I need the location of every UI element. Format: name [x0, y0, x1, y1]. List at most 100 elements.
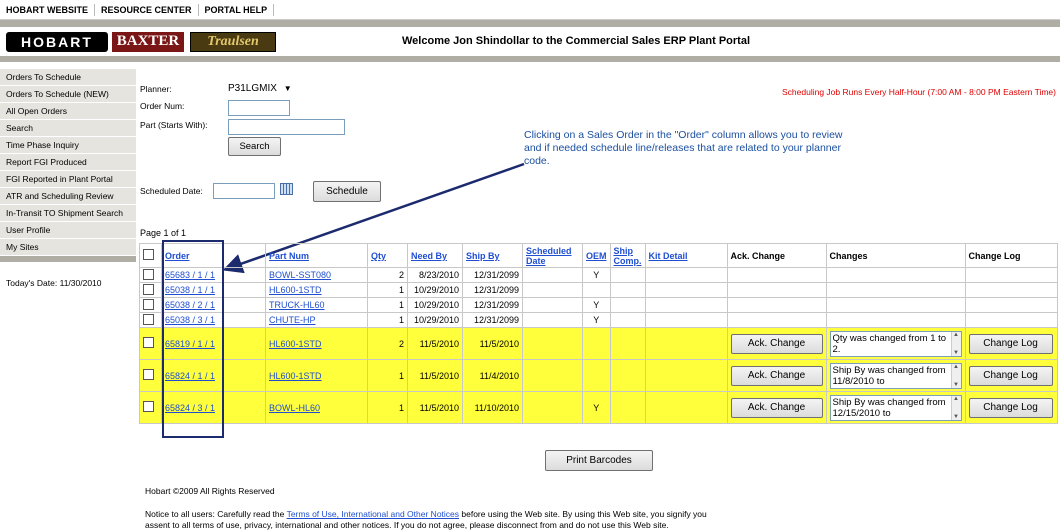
change-log-cell: Change Log	[964, 327, 1059, 360]
ack-cell	[726, 297, 827, 313]
need-by-cell: 8/23/2010	[407, 267, 463, 283]
part-link[interactable]: HL600-1STD	[269, 285, 322, 295]
change-log-button[interactable]: Change Log	[968, 333, 1053, 354]
scroll-down-icon[interactable]: ▼	[953, 350, 959, 356]
hobart-logo: HOBART	[6, 31, 108, 52]
scroll-down-icon[interactable]: ▼	[953, 382, 959, 388]
changes-textarea[interactable]: Qty was changed from 1 to 2. ▲ ▼	[829, 330, 962, 357]
sidebar-item-report-fgi[interactable]: Report FGI Produced	[0, 154, 136, 171]
scrollbar[interactable]: ▲ ▼	[950, 363, 961, 388]
sidebar-item-orders-to-schedule[interactable]: Orders To Schedule	[0, 69, 136, 86]
ship-by-sort-link[interactable]: Ship By	[466, 251, 500, 261]
scroll-down-icon[interactable]: ▼	[953, 414, 959, 420]
table-row: 65038 / 3 / 1 CHUTE-HP 1 10/29/2010 12/3…	[139, 312, 1059, 328]
row-checkbox[interactable]	[143, 298, 154, 310]
scroll-up-icon[interactable]: ▲	[953, 364, 959, 370]
sidebar-item-fgi-reported[interactable]: FGI Reported in Plant Portal	[0, 171, 136, 188]
ack-change-button[interactable]: Ack. Change	[730, 397, 823, 418]
kit-detail-cell	[644, 327, 728, 360]
row-checkbox[interactable]	[143, 268, 154, 280]
changes-textarea[interactable]: Ship By was changed from 12/15/2010 to ▲ ▼	[829, 394, 962, 421]
oem-cell: Y	[582, 312, 611, 328]
qty-sort-link[interactable]: Qty	[371, 251, 386, 261]
sidebar-item-all-open-orders[interactable]: All Open Orders	[0, 103, 136, 120]
oem-sort-link[interactable]: OEM	[586, 251, 607, 261]
ship-comp-header[interactable]: Ship Comp.	[609, 243, 646, 268]
changes-textarea[interactable]: Ship By was changed from 11/8/2010 to ▲ ▼	[829, 362, 962, 389]
sidebar-item-search[interactable]: Search	[0, 120, 136, 137]
todays-date: Today's Date: 11/30/2010	[6, 278, 102, 288]
changes-cell: Ship By was changed from 12/15/2010 to ▲ ▼	[825, 391, 966, 424]
nav-portal-help[interactable]: PORTAL HELP	[199, 3, 275, 16]
change-log-cell	[964, 267, 1059, 283]
row-checkbox[interactable]	[143, 337, 154, 348]
qty-header[interactable]: Qty	[367, 243, 408, 268]
ack-change-header: Ack. Change	[726, 243, 827, 268]
kit-detail-cell	[644, 297, 728, 313]
ship-comp-sort-link[interactable]: Ship Comp.	[614, 246, 642, 266]
notice-text: Notice to all users: Carefully read the	[145, 509, 287, 519]
table-row-changed: 65824 / 1 / 1 HL600-1STD 1 11/5/2010 11/…	[139, 359, 1059, 392]
part-link[interactable]: HL600-1STD	[269, 339, 322, 349]
part-link[interactable]: TRUCK-HL60	[269, 300, 325, 310]
scheduled-date-header[interactable]: Scheduled Date	[522, 243, 583, 268]
ship-by-cell: 12/31/2099	[462, 297, 523, 313]
need-by-cell: 10/29/2010	[407, 297, 463, 313]
sidebar-menu: Orders To Schedule Orders To Schedule (N…	[0, 69, 136, 256]
change-log-button[interactable]: Change Log	[968, 365, 1053, 386]
part-cell: HL600-1STD	[265, 359, 368, 392]
sidebar-item-atr-review[interactable]: ATR and Scheduling Review	[0, 188, 136, 205]
scheduled-date-cell	[522, 391, 583, 424]
part-link[interactable]: HL600-1STD	[269, 371, 322, 381]
part-link[interactable]: CHUTE-HP	[269, 315, 316, 325]
order-num-label: Order Num:	[140, 101, 185, 111]
row-checkbox[interactable]	[143, 401, 154, 412]
row-checkbox[interactable]	[143, 283, 154, 295]
part-cell: BOWL-HL60	[265, 391, 368, 424]
scrollbar[interactable]: ▲ ▼	[950, 331, 961, 356]
change-log-button[interactable]: Change Log	[968, 397, 1053, 418]
need-by-header[interactable]: Need By	[407, 243, 463, 268]
ack-change-button[interactable]: Ack. Change	[730, 333, 823, 354]
kit-detail-sort-link[interactable]: Kit Detail	[649, 251, 688, 261]
scheduled-date-sort-link[interactable]: Scheduled Date	[526, 246, 572, 266]
scrollbar[interactable]: ▲ ▼	[950, 395, 961, 420]
oem-header[interactable]: OEM	[582, 243, 611, 268]
part-link[interactable]: BOWL-SST080	[269, 270, 331, 280]
sidebar-item-user-profile[interactable]: User Profile	[0, 222, 136, 239]
need-by-sort-link[interactable]: Need By	[411, 251, 447, 261]
scheduled-date-cell	[522, 267, 583, 283]
select-all-checkbox[interactable]	[143, 249, 154, 260]
changes-cell: Ship By was changed from 11/8/2010 to ▲ ▼	[825, 359, 966, 392]
row-select-cell	[139, 297, 162, 313]
print-barcodes-button[interactable]: Print Barcodes	[545, 450, 653, 471]
changes-text: Qty was changed from 1 to 2.	[832, 332, 947, 355]
scroll-up-icon[interactable]: ▲	[953, 396, 959, 402]
nav-resource-center[interactable]: RESOURCE CENTER	[95, 3, 199, 16]
sidebar-item-my-sites[interactable]: My Sites	[0, 239, 136, 256]
planner-select[interactable]: P31LGMIX ▼	[228, 83, 292, 94]
nav-hobart-website[interactable]: HOBART WEBSITE	[0, 3, 95, 16]
qty-cell: 1	[367, 359, 408, 392]
sidebar-item-orders-to-schedule-new[interactable]: Orders To Schedule (NEW)	[0, 86, 136, 103]
part-link[interactable]: BOWL-HL60	[269, 403, 320, 413]
row-checkbox[interactable]	[143, 313, 154, 325]
qty-cell: 1	[367, 391, 408, 424]
part-header[interactable]: Part Num	[265, 243, 368, 268]
row-checkbox[interactable]	[143, 369, 154, 380]
sidebar-item-in-transit[interactable]: In-Transit TO Shipment Search	[0, 205, 136, 222]
part-sort-link[interactable]: Part Num	[269, 251, 309, 261]
ship-comp-cell	[609, 282, 646, 298]
order-num-input[interactable]	[228, 100, 290, 116]
ship-by-header[interactable]: Ship By	[462, 243, 523, 268]
ack-change-button[interactable]: Ack. Change	[730, 365, 823, 386]
sidebar-item-time-phase-inquiry[interactable]: Time Phase Inquiry	[0, 137, 136, 154]
part-input[interactable]	[228, 119, 345, 135]
scroll-up-icon[interactable]: ▲	[953, 332, 959, 338]
change-log-cell: Change Log	[964, 391, 1059, 424]
kit-detail-header[interactable]: Kit Detail	[644, 243, 728, 268]
qty-cell: 2	[367, 327, 408, 360]
changes-header: Changes	[825, 243, 966, 268]
need-by-cell: 11/5/2010	[407, 359, 463, 392]
terms-link[interactable]: Terms of Use, International and Other No…	[287, 509, 459, 519]
